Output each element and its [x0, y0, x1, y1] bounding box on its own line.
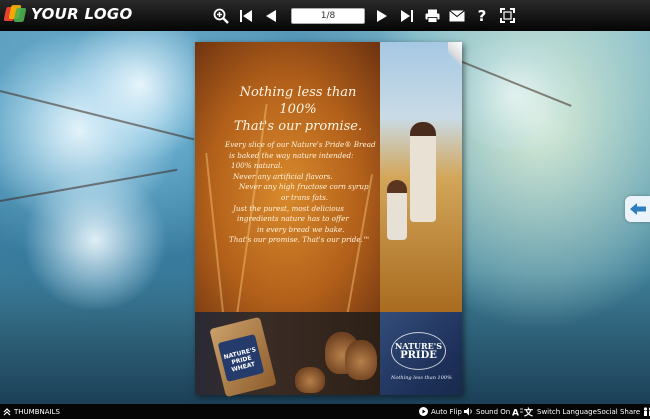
page-number-input[interactable] — [291, 7, 365, 24]
ad-headline: Nothing less than 100% That's our promis… — [228, 84, 368, 135]
frost-branch — [440, 40, 590, 150]
ad-body-copy: Every slice of our Nature's Pride® Bread… — [225, 140, 376, 246]
auto-flip-button[interactable]: Auto Flip — [419, 406, 462, 417]
zoom-in-button[interactable] — [210, 5, 232, 26]
last-page-icon — [401, 9, 413, 22]
expand-panel-button[interactable] — [625, 196, 650, 222]
fullscreen-button[interactable] — [496, 5, 518, 26]
body-line: That's our promise. That's our pride.™ — [229, 235, 371, 245]
last-page-button[interactable] — [396, 5, 418, 26]
next-page-button[interactable] — [371, 5, 393, 26]
svg-text:A: A — [512, 408, 519, 417]
natures-pride-logo: NATURE'S PRIDE — [391, 332, 446, 370]
play-icon — [419, 407, 428, 416]
help-icon: ? — [478, 8, 487, 23]
bread-slice — [295, 367, 325, 393]
switch-language-button[interactable]: A 文 Switch Language — [512, 406, 597, 417]
page-curl[interactable] — [448, 42, 462, 72]
frost-branch — [20, 170, 170, 310]
print-button[interactable] — [421, 5, 443, 26]
thumbnails-label: THUMBNAILS — [14, 407, 60, 416]
body-line: 100% natural. — [231, 161, 283, 171]
double-chevron-up-icon — [3, 407, 11, 415]
body-line: in every bread we bake. — [257, 224, 345, 234]
email-icon — [449, 9, 465, 21]
top-toolbar: YOUR LOGO 1/8 ? — [0, 0, 650, 31]
switch-language-label: Switch Language — [537, 407, 597, 416]
body-line: Every slice of our Nature's Pride® Bread — [225, 140, 376, 149]
headline-line: That's our promise. — [233, 119, 363, 134]
brand-logo[interactable]: YOUR LOGO — [3, 5, 133, 23]
share-icon — [644, 407, 650, 416]
logo-mark-icon — [3, 5, 27, 23]
previous-page-button[interactable] — [260, 5, 282, 26]
body-line: is baked the way nature intended: — [229, 150, 354, 160]
navigation-tools: ? — [210, 5, 521, 26]
fullscreen-icon — [499, 8, 515, 23]
first-page-button[interactable] — [235, 5, 257, 26]
body-line: Never any artificial flavors. — [233, 171, 333, 181]
bread-slice — [345, 340, 377, 380]
help-button[interactable]: ? — [471, 5, 493, 26]
logo-text: YOUR LOGO — [31, 5, 133, 23]
print-icon — [425, 9, 439, 23]
auto-flip-label: Auto Flip — [431, 407, 462, 416]
zoom-in-icon — [213, 8, 229, 24]
sound-toggle-button[interactable]: Sound On — [464, 406, 510, 417]
body-line: Just the purest, most delicious — [233, 203, 344, 213]
previous-page-icon — [266, 9, 276, 22]
sound-label: Sound On — [476, 407, 511, 416]
brand-logo-line: PRIDE — [400, 350, 437, 361]
flipbook-page[interactable]: Nothing less than 100% That's our promis… — [195, 42, 462, 398]
email-button[interactable] — [446, 5, 468, 26]
body-line: ingredients nature has to offer — [237, 214, 349, 224]
bottom-toolbar: THUMBNAILS Auto Flip Sound On A 文 Switch… — [0, 404, 650, 419]
language-icon: A 文 — [512, 407, 534, 417]
svg-text:?: ? — [478, 8, 487, 23]
first-page-icon — [240, 9, 252, 22]
social-share-label: Social Share — [597, 407, 641, 416]
body-line: Never any high fructose corn syrup — [239, 182, 369, 192]
speaker-icon — [464, 407, 472, 416]
girl-figure — [387, 180, 407, 240]
social-share-button[interactable]: Social Share — [597, 406, 650, 417]
body-line: or trans fats. — [281, 192, 329, 202]
woman-figure — [410, 122, 436, 222]
next-page-icon — [377, 9, 387, 22]
arrow-left-icon — [629, 203, 646, 215]
headline-line: Nothing less than 100% — [239, 85, 357, 117]
brand-tagline: Nothing less than 100% — [391, 375, 452, 381]
svg-text:文: 文 — [523, 407, 534, 417]
thumbnails-button[interactable]: THUMBNAILS — [3, 406, 60, 417]
